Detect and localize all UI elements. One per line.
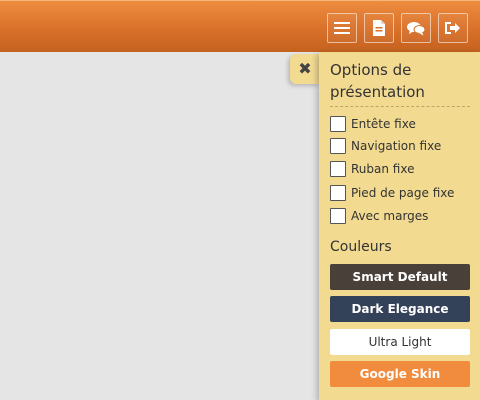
option-label: Entête fixe <box>351 117 416 131</box>
menu-icon <box>334 22 350 34</box>
checkbox[interactable] <box>330 208 346 224</box>
option-label: Ruban fixe <box>351 162 415 176</box>
display-options-panel: Options de présentation Entête fixe Navi… <box>319 52 480 400</box>
chat-button[interactable] <box>401 13 431 43</box>
checkbox[interactable] <box>330 185 346 201</box>
close-icon: ✖ <box>298 59 312 78</box>
panel-title: Options de présentation <box>330 59 470 107</box>
option-with-margins[interactable]: Avec marges <box>330 207 475 225</box>
option-fixed-footer[interactable]: Pied de page fixe <box>330 184 475 202</box>
colors-heading: Couleurs <box>330 239 392 255</box>
skin-smart-default-button[interactable]: Smart Default <box>330 264 470 290</box>
close-panel-button[interactable]: ✖ <box>290 54 320 84</box>
option-label: Pied de page fixe <box>351 186 455 200</box>
option-fixed-header[interactable]: Entête fixe <box>330 115 475 133</box>
skin-google-skin-button[interactable]: Google Skin <box>330 361 470 387</box>
skin-ultra-light-button[interactable]: Ultra Light <box>330 329 470 355</box>
logout-button[interactable] <box>438 13 468 43</box>
checkbox[interactable] <box>330 116 346 132</box>
option-label: Avec marges <box>351 209 429 223</box>
menu-button[interactable] <box>327 13 357 43</box>
skin-dark-elegance-button[interactable]: Dark Elegance <box>330 296 470 322</box>
document-icon <box>373 20 385 36</box>
checkbox[interactable] <box>330 138 346 154</box>
top-bar <box>0 0 480 52</box>
option-fixed-ribbon[interactable]: Ruban fixe <box>330 160 475 178</box>
option-label: Navigation fixe <box>351 139 442 153</box>
chat-icon <box>407 21 425 35</box>
checkbox[interactable] <box>330 161 346 177</box>
option-fixed-navigation[interactable]: Navigation fixe <box>330 137 475 155</box>
document-button[interactable] <box>364 13 394 43</box>
logout-icon <box>445 22 460 34</box>
